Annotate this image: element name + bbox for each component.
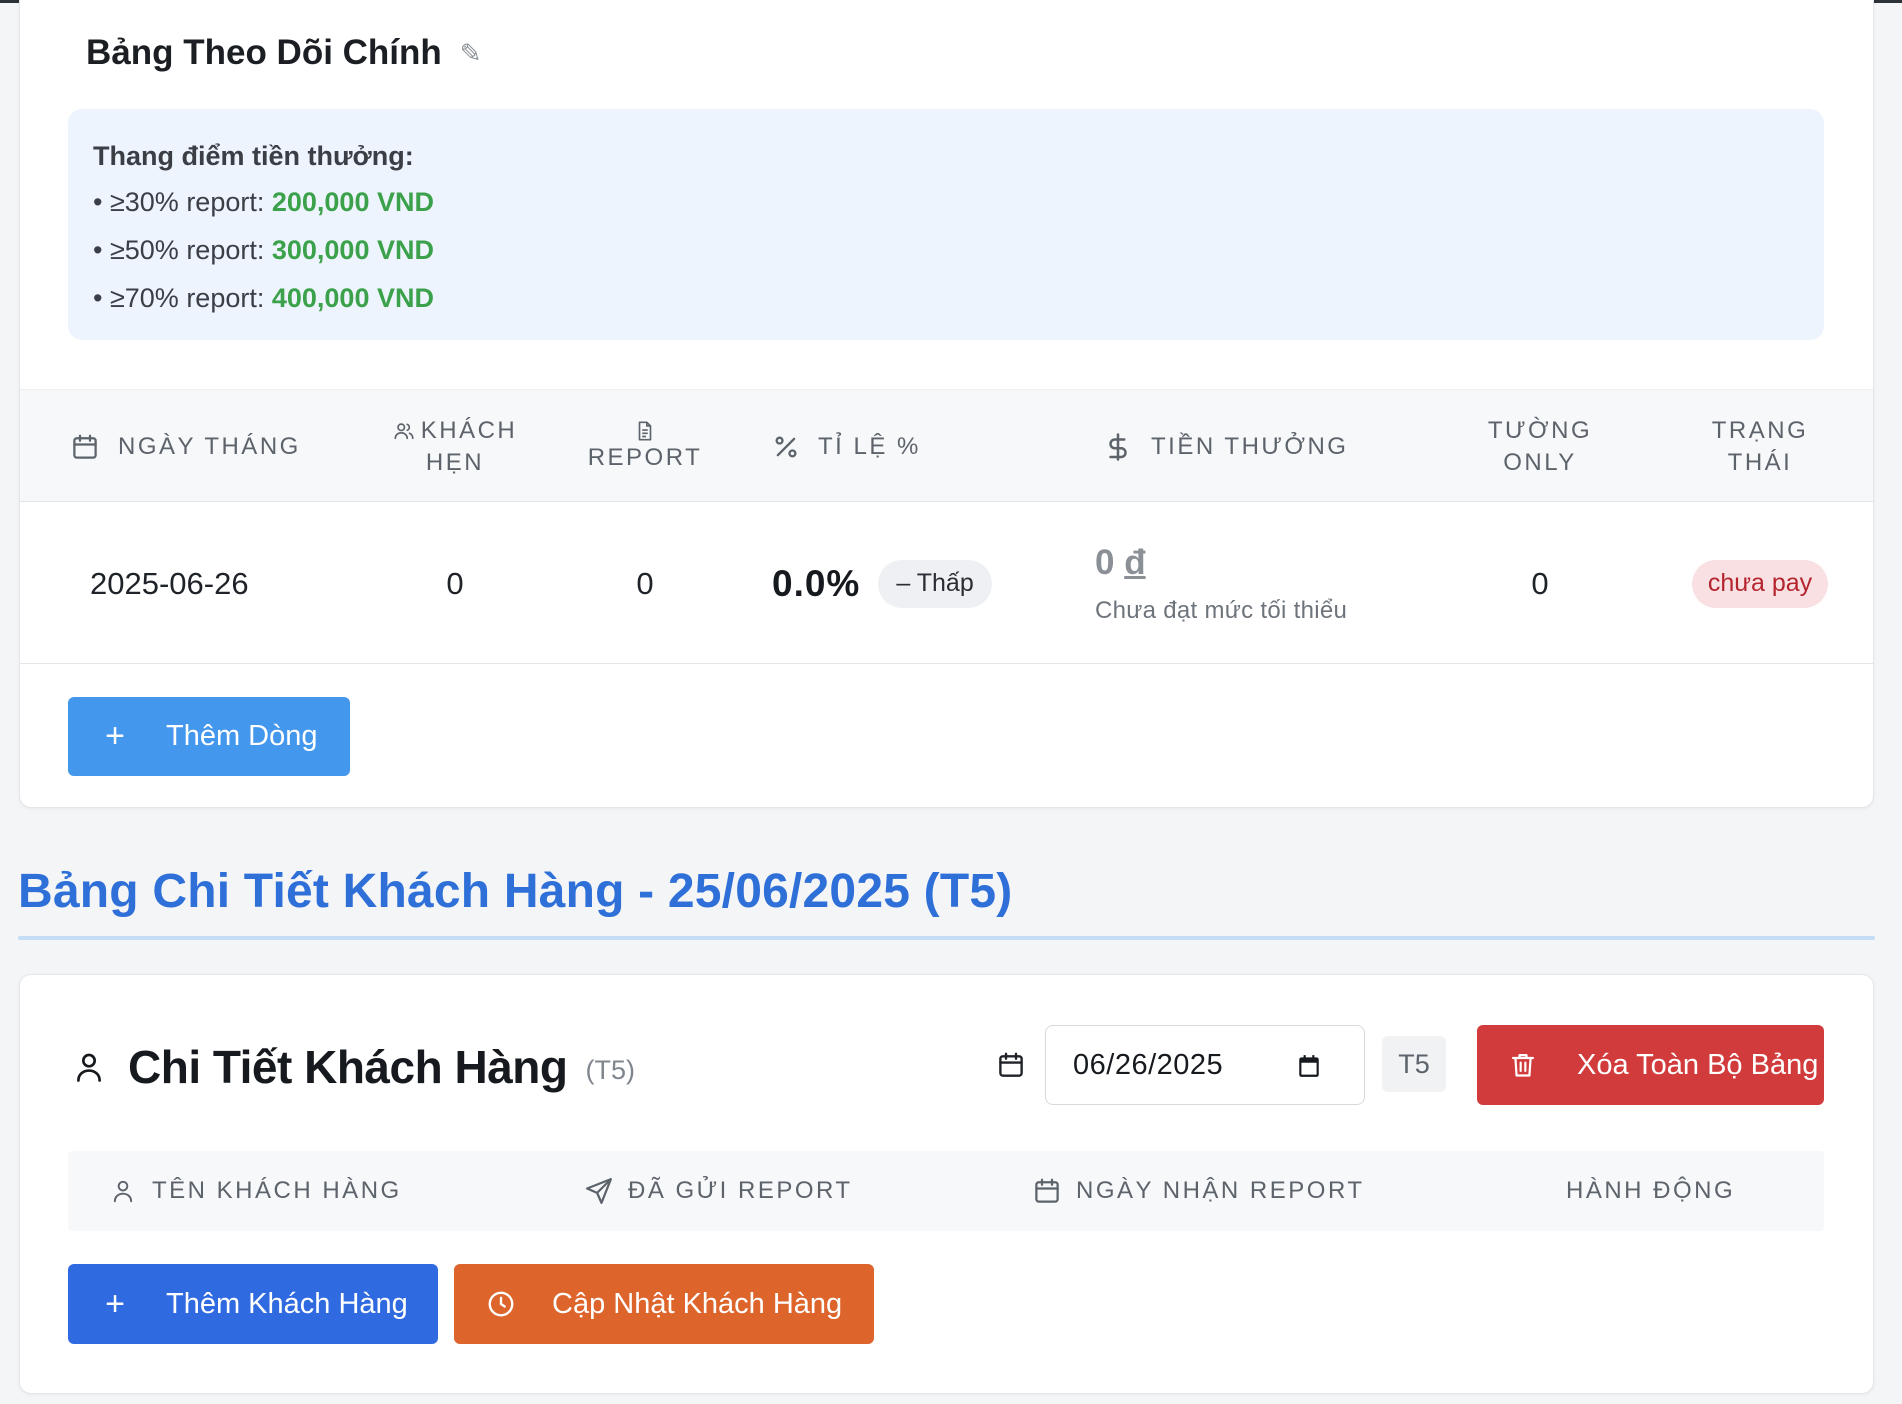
bonus-amount-value: 0 [1095, 542, 1115, 582]
row-bonus-amount: 0 đ [1095, 543, 1146, 583]
date-input-value: 06/26/2025 [1073, 1048, 1224, 1081]
main-tracking-card: Bảng Theo Dõi Chính ✎ Thang điểm tiền th… [19, 0, 1874, 808]
col-report-label: REPORT [587, 443, 703, 471]
row-bonus-cell: 0 đ Chưa đạt mức tối thiểu [1095, 503, 1347, 664]
clock-icon [486, 1289, 516, 1319]
bonus-scale-heading: Thang điểm tiền thưởng: [93, 141, 414, 171]
bonus-tier-label: • ≥30% report: [93, 187, 272, 217]
add-row-label: Thêm Dòng [166, 720, 318, 752]
bonus-tier-value: 300,000 VND [271, 235, 434, 265]
add-customer-label: Thêm Khách Hàng [166, 1287, 408, 1320]
rate-level-badge: – Thấp [878, 559, 992, 608]
user-icon [113, 1180, 133, 1203]
col-report-header: REPORT [560, 390, 730, 503]
weekday-badge: T5 [1382, 1036, 1446, 1092]
col-status-label-1: TRẠNG [1711, 416, 1809, 444]
add-row-button[interactable]: + Thêm Dòng [68, 697, 350, 776]
col-actions-label: HÀNH ĐỘNG [1566, 1177, 1736, 1204]
row-date[interactable]: 2025-06-26 [90, 503, 249, 664]
trash-icon [1509, 1050, 1537, 1080]
col-tuong-only-header: TƯỜNG ONLY [1420, 390, 1660, 503]
bonus-tier: • ≥70% report: 400,000 VND [93, 274, 1799, 322]
bonus-tier-value: 200,000 VND [271, 187, 434, 217]
edit-pencil-icon[interactable]: ✎ [460, 38, 482, 69]
col-report-received-label: NGÀY NHẬN REPORT [1076, 1177, 1365, 1204]
col-date-header: NGÀY THÁNG [70, 390, 301, 503]
col-rate-header: TỈ LỆ % [772, 390, 921, 503]
col-appointments-header: KHÁCH HẸN [350, 390, 560, 503]
row-rate-cell: 0.0% – Thấp [772, 503, 992, 664]
row-appointments[interactable]: 0 [350, 503, 560, 664]
col-report-received-header: NGÀY NHẬN REPORT [1032, 1151, 1365, 1231]
col-date-label: NGÀY THÁNG [118, 432, 301, 460]
bonus-tier: • ≥50% report: 300,000 VND [93, 226, 1799, 274]
col-bonus-header: TIỀN THƯỞNG [1103, 390, 1348, 503]
bonus-tier-value: 400,000 VND [271, 283, 434, 313]
detail-section-title: Bảng Chi Tiết Khách Hàng - 25/06/2025 (T… [18, 865, 1013, 918]
clear-table-label: Xóa Toàn Bộ Bảng [1577, 1048, 1819, 1081]
percent-icon [775, 436, 797, 457]
col-tuong-only-label-2: ONLY [1503, 448, 1577, 476]
row-tuong-only[interactable]: 0 [1420, 503, 1660, 664]
tracking-title-text: Bảng Theo Dõi Chính [86, 33, 442, 72]
bonus-note: Chưa đạt mức tối thiểu [1095, 596, 1348, 624]
table-row[interactable]: 2025-06-26 0 0 0.0% – Thấp 0 đ Chưa đạt … [20, 503, 1873, 664]
calendar-icon [73, 434, 97, 459]
col-customer-name-header: TÊN KHÁCH HÀNG [110, 1151, 402, 1231]
tracking-table-header: NGÀY THÁNG KHÁCH HẸN REPORT TỈ LỆ % TIỀN… [20, 389, 1873, 502]
user-icon [77, 1053, 101, 1082]
document-icon [638, 420, 652, 441]
col-customer-name-label: TÊN KHÁCH HÀNG [152, 1177, 402, 1204]
update-customer-button[interactable]: Cập Nhật Khách Hàng [454, 1264, 874, 1344]
col-rate-label: TỈ LỆ % [818, 432, 921, 460]
customer-detail-day-tag: (T5) [585, 1054, 635, 1085]
col-report-sent-header: ĐÃ GỬI REPORT [584, 1151, 853, 1231]
status-badge[interactable]: chưa pay [1691, 559, 1829, 608]
customer-detail-header: Chi Tiết Khách Hàng (T5) [72, 1040, 635, 1094]
bonus-tier-label: • ≥50% report: [93, 235, 272, 265]
add-customer-button[interactable]: + Thêm Khách Hàng [68, 1264, 438, 1344]
section-divider [18, 936, 1875, 940]
customer-detail-card: Chi Tiết Khách Hàng (T5) 06/26/2025 T5 X… [19, 974, 1874, 1394]
col-status-header: TRẠNG THÁI [1660, 390, 1860, 503]
send-icon [586, 1178, 612, 1204]
plus-icon: + [105, 717, 125, 755]
tracking-title: Bảng Theo Dõi Chính ✎ [86, 33, 482, 73]
col-status-label-2: THÁI [1727, 448, 1793, 476]
calendar-picker-icon[interactable] [1296, 1053, 1322, 1079]
calendar-icon [1035, 1178, 1059, 1203]
users-icon [394, 422, 414, 439]
bonus-currency: đ [1124, 542, 1146, 582]
update-customer-label: Cập Nhật Khách Hàng [552, 1287, 843, 1320]
bonus-scale-box: Thang điểm tiền thưởng: • ≥30% report: 2… [68, 109, 1824, 340]
row-rate: 0.0% [772, 562, 861, 604]
customer-table-header: TÊN KHÁCH HÀNG ĐÃ GỬI REPORT NGÀY NHẬN R… [68, 1151, 1824, 1231]
col-appointments-label-1: KHÁCH [420, 416, 518, 444]
date-input[interactable]: 06/26/2025 [1045, 1025, 1365, 1105]
col-bonus-label: TIỀN THƯỞNG [1151, 432, 1349, 460]
clear-table-button[interactable]: Xóa Toàn Bộ Bảng [1477, 1025, 1824, 1105]
calendar-icon [999, 1052, 1023, 1077]
dollar-icon [1109, 432, 1127, 461]
col-actions-header: HÀNH ĐỘNG [1566, 1151, 1735, 1231]
customer-detail-title: Chi Tiết Khách Hàng [128, 1041, 568, 1093]
bonus-tier-label: • ≥70% report: [93, 283, 272, 313]
row-reports[interactable]: 0 [560, 503, 730, 664]
col-tuong-only-label-1: TƯỜNG [1487, 416, 1593, 444]
plus-icon: + [105, 1284, 125, 1323]
col-appointments-label-2: HẸN [425, 448, 485, 476]
row-status-cell: chưa pay [1660, 503, 1860, 664]
col-report-sent-label: ĐÃ GỬI REPORT [628, 1177, 853, 1204]
bonus-tier: • ≥30% report: 200,000 VND [93, 178, 1799, 226]
